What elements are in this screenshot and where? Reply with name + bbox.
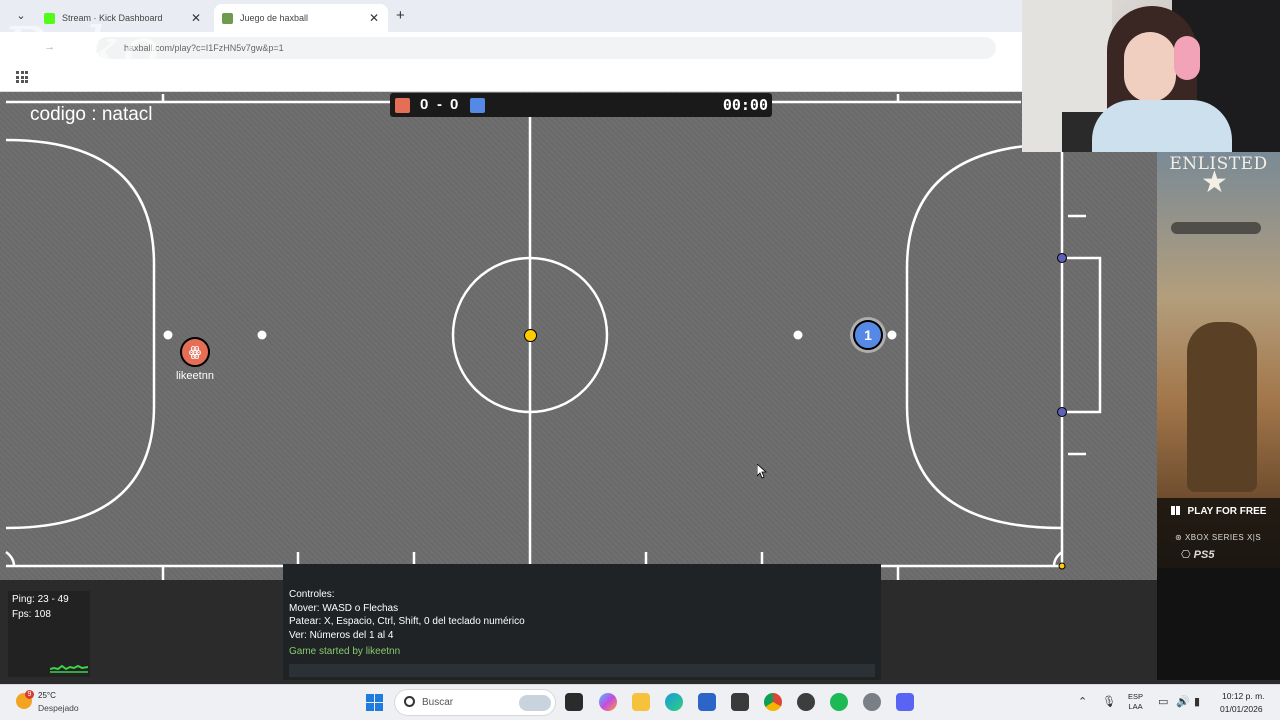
chat-panel: Controles: Mover: WASD o Flechas Patear:…: [283, 564, 881, 680]
tab-kick-dashboard[interactable]: Stream · Kick Dashboard ✕: [36, 4, 210, 32]
ad-play-label: PLAY FOR FREE: [1187, 506, 1267, 517]
mouse-cursor-icon: [757, 464, 767, 479]
app-icon[interactable]: [731, 693, 749, 711]
ping-readout: Ping: 23 - 49: [12, 594, 69, 605]
close-tab-icon[interactable]: ✕: [368, 11, 380, 25]
chat-line: Ver: Números del 1 al 4: [289, 630, 394, 641]
room-code-overlay: codigo : natacl: [30, 104, 153, 125]
weather-badge: 9: [25, 690, 34, 699]
taskbar-search[interactable]: Buscar: [394, 689, 556, 716]
blue-score: 0: [450, 96, 459, 113]
fps-readout: Fps: 108: [12, 609, 51, 620]
address-bar: → haxball.com/play?c=I1FzHN5v7gw&p=1: [0, 32, 1022, 64]
monitor-icon[interactable]: ▭: [1158, 695, 1168, 708]
net-stats-panel: Ping: 23 - 49 Fps: 108: [8, 591, 90, 677]
ad-platform-ps5: ⎔ PS5: [1181, 549, 1215, 561]
webcam-overlay: [1022, 0, 1280, 152]
chat-notice: Game started by likeetnn: [289, 646, 401, 657]
tab-search-icon[interactable]: ⌄: [12, 9, 30, 23]
file-explorer-icon[interactable]: [632, 693, 650, 711]
clock-date[interactable]: 01/01/2026: [1220, 704, 1263, 714]
search-icon: [404, 696, 415, 707]
edge-icon[interactable]: [665, 693, 683, 711]
red-player-disc: ꙮ: [180, 337, 210, 367]
chrome-icon[interactable]: [764, 693, 782, 711]
red-team-swatch: [395, 98, 410, 113]
match-timer: 00:00: [722, 96, 768, 114]
chat-input[interactable]: [289, 664, 875, 677]
ad-platform-xbox: ⊛ XBOX SERIES X|S: [1175, 533, 1262, 542]
screen: ⌄ Stream · Kick Dashboard ✕ Juego de hax…: [0, 0, 1280, 720]
ad-footer-blank: [1157, 568, 1280, 680]
forward-arrow-icon[interactable]: →: [44, 41, 55, 53]
ad-soldier-art: [1187, 322, 1257, 492]
blue-team-swatch: [470, 98, 485, 113]
microphone-icon[interactable]: 🎙: [1102, 695, 1116, 708]
store-icon[interactable]: [698, 693, 716, 711]
settings-gear-icon[interactable]: [863, 693, 881, 711]
tray-chevron-icon[interactable]: ⌃: [1078, 695, 1087, 708]
tab-haxball[interactable]: Juego de haxball ✕: [214, 4, 388, 32]
chat-line: Mover: WASD o Flechas: [289, 603, 399, 614]
language-indicator[interactable]: ESP LAA: [1128, 692, 1143, 712]
windows-start-icon[interactable]: [366, 694, 383, 711]
volume-icon[interactable]: 🔊: [1176, 695, 1190, 708]
ad-star-icon: ★: [1201, 166, 1228, 199]
copilot-icon[interactable]: [599, 693, 617, 711]
bookmarks-bar: [0, 64, 1022, 92]
haxball-favicon-icon: [222, 12, 233, 24]
game-field[interactable]: [0, 92, 1157, 580]
search-highlight-art: [519, 695, 551, 711]
battery-icon[interactable]: ▮: [1194, 695, 1200, 708]
blue-player-disc: 1: [853, 320, 883, 350]
weather-temp: 25°C: [38, 691, 56, 700]
clock-time[interactable]: 10:12 p. m.: [1222, 691, 1265, 701]
score-separator: -: [437, 96, 442, 113]
red-player-name: likeetnn: [176, 370, 214, 382]
apps-grid-icon[interactable]: [16, 71, 28, 83]
kick-favicon-icon: [44, 12, 55, 24]
url-input[interactable]: haxball.com/play?c=I1FzHN5v7gw&p=1: [96, 37, 996, 59]
tab-title: Stream · Kick Dashboard: [62, 13, 163, 23]
tab-title: Juego de haxball: [240, 13, 309, 23]
ad-play-button[interactable]: PLAY FOR FREE: [1157, 506, 1280, 517]
close-tab-icon[interactable]: ✕: [190, 11, 202, 25]
ball: [524, 329, 537, 342]
discord-icon[interactable]: [896, 693, 914, 711]
ad-plane-art: [1171, 222, 1261, 234]
fps-graph: [50, 664, 88, 673]
browser-tab-strip: ⌄ Stream · Kick Dashboard ✕ Juego de hax…: [0, 0, 1022, 32]
task-view-icon[interactable]: [565, 693, 583, 711]
windows-taskbar: 9 25°C Despejado Buscar ⌃ 🎙 ESP LAA ▭ 🔊 ▮…: [0, 684, 1280, 720]
chat-line: Controles:: [289, 589, 335, 600]
spotify-icon[interactable]: [830, 693, 848, 711]
weather-condition: Despejado: [38, 703, 79, 713]
pitch-lines: [5, 94, 1102, 580]
new-tab-plus-icon[interactable]: +: [396, 8, 405, 24]
windows-icon: [1170, 506, 1180, 515]
obs-icon[interactable]: [797, 693, 815, 711]
search-label: Buscar: [422, 697, 454, 708]
red-score: 0: [420, 96, 429, 113]
enlisted-ad-banner[interactable]: ENLISTED ★ PLAY FOR FREE ⊛ XBOX SERIES X…: [1157, 152, 1280, 568]
chat-line: Patear: X, Espacio, Ctrl, Shift, 0 del t…: [289, 616, 525, 627]
scoreboard: 0 - 0 00:00: [390, 93, 772, 117]
